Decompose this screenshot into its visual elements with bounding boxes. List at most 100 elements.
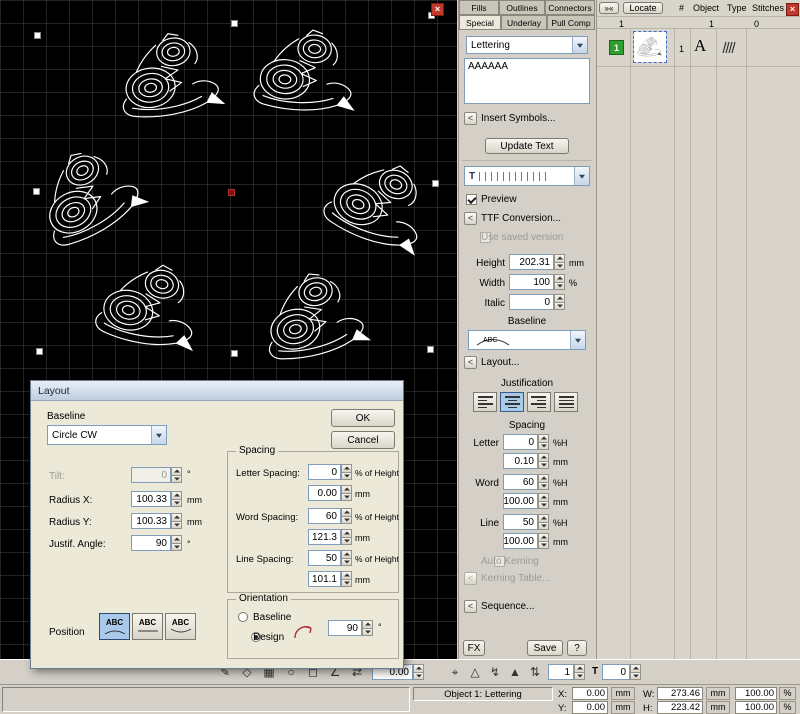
travel-icon[interactable]: ▲ (506, 663, 524, 681)
tab-special[interactable]: Special (459, 15, 501, 30)
baseline-style-select[interactable]: ABC (468, 330, 586, 350)
sequence-expander[interactable]: < (464, 600, 477, 613)
justif-angle-field[interactable]: 90 (131, 535, 182, 551)
t-value[interactable]: 0 (602, 664, 630, 680)
tab-underlay[interactable]: Underlay (501, 15, 547, 30)
justify-center-button[interactable] (500, 392, 524, 412)
letter-mm-value[interactable]: 0.10 (503, 453, 538, 469)
embroidery-design-2[interactable] (245, 22, 369, 125)
radius-x-spinner[interactable] (171, 491, 182, 507)
close-icon[interactable]: × (786, 3, 799, 16)
letter-mm-field[interactable]: 0.10 (503, 453, 549, 469)
width-field[interactable]: 100 (509, 274, 565, 290)
word-pct-value[interactable]: 60 (503, 474, 538, 490)
swap-icon[interactable]: ⇅ (526, 663, 544, 681)
help-button[interactable]: ? (567, 640, 587, 656)
lettering-text-input[interactable]: AAAAAA (464, 58, 590, 104)
update-text-button[interactable]: Update Text (485, 138, 569, 154)
justify-full-button[interactable] (554, 392, 578, 412)
letter-pct-field[interactable]: 0 (503, 434, 549, 450)
line-spacing-mm-field[interactable]: 101.1 (308, 571, 352, 587)
letter-pct-spinner[interactable] (538, 434, 549, 450)
tab-connectors[interactable]: Connectors (545, 0, 595, 15)
needle-count-spinner[interactable] (574, 664, 585, 680)
letter-spacing-mm-spinner[interactable] (341, 485, 352, 501)
word-mm-field[interactable]: 100.00 (503, 493, 549, 509)
orientation-angle-value[interactable]: 90 (328, 620, 362, 636)
color-block-badge[interactable]: 1 (609, 40, 624, 55)
needle-count-value[interactable]: 1 (548, 664, 574, 680)
line-pct-value[interactable]: 50 (503, 514, 538, 530)
justif-angle-value[interactable]: 90 (131, 535, 171, 551)
justify-right-button[interactable] (527, 392, 551, 412)
position-arc-up-button[interactable]: ABC (99, 613, 130, 640)
line-mm-value[interactable]: 100.00 (503, 533, 538, 549)
word-spacing-pct-field[interactable]: 60 (308, 508, 352, 524)
x-field[interactable]: 0.00 (572, 687, 608, 700)
close-icon[interactable]: × (431, 3, 444, 16)
center-icon[interactable]: ⌖ (446, 663, 464, 681)
line-spacing-pct-field[interactable]: 50 (308, 550, 352, 566)
line-pct-spinner[interactable] (538, 514, 549, 530)
selection-handle-sw[interactable] (36, 348, 43, 355)
tab-fills[interactable]: Fills (459, 0, 499, 15)
chevron-down-icon[interactable] (151, 426, 166, 444)
play-icon[interactable]: △ (466, 663, 484, 681)
tilt-spinner[interactable] (171, 467, 182, 483)
orientation-angle-spinner[interactable] (362, 620, 373, 636)
locate-button[interactable]: Locate (623, 2, 663, 14)
letter-spacing-pct-spinner[interactable] (341, 464, 352, 480)
selection-handle-s[interactable] (231, 350, 238, 357)
embroidery-design-1[interactable] (106, 22, 236, 132)
stitch-angle-spinner[interactable] (413, 664, 424, 680)
letter-height-select[interactable]: T (464, 166, 590, 186)
line-spacing-mm-spinner[interactable] (341, 571, 352, 587)
orientation-baseline-radio[interactable] (238, 612, 248, 622)
needle-count-field[interactable]: 1 (548, 664, 585, 680)
ok-button[interactable]: OK (331, 409, 395, 427)
justify-left-button[interactable] (473, 392, 497, 412)
justif-angle-spinner[interactable] (171, 535, 182, 551)
h-field[interactable]: 223.42 (657, 701, 703, 714)
letter-spacing-pct-value[interactable]: 0 (308, 464, 341, 480)
height-field[interactable]: 202.31 (509, 254, 565, 270)
word-pct-spinner[interactable] (538, 474, 549, 490)
preview-checkbox[interactable] (466, 194, 477, 205)
letter-spacing-mm-field[interactable]: 0.00 (308, 485, 352, 501)
position-arc-down-button[interactable]: ABC (165, 613, 196, 640)
radius-x-field[interactable]: 100.33 (131, 491, 182, 507)
ttf-conversion-expander[interactable]: < (464, 212, 477, 225)
line-mm-spinner[interactable] (538, 533, 549, 549)
selection-handle-se[interactable] (427, 346, 434, 353)
selection-handle-n[interactable] (231, 20, 238, 27)
line-spacing-pct-value[interactable]: 50 (308, 550, 341, 566)
italic-field[interactable]: 0 (509, 294, 565, 310)
height-value[interactable]: 202.31 (509, 254, 554, 270)
word-spacing-mm-field[interactable]: 121.3 (308, 529, 352, 545)
tilt-field[interactable]: 0 (131, 467, 182, 483)
line-spacing-pct-spinner[interactable] (341, 550, 352, 566)
h-percent-field[interactable]: 100.00 (735, 701, 777, 714)
embroidery-design-4[interactable] (309, 139, 454, 271)
word-mm-spinner[interactable] (538, 493, 549, 509)
word-spacing-pct-value[interactable]: 60 (308, 508, 341, 524)
tilt-value[interactable]: 0 (131, 467, 171, 483)
w-percent-field[interactable]: 100.00 (735, 687, 777, 700)
italic-value[interactable]: 0 (509, 294, 554, 310)
embroidery-design-3[interactable] (15, 126, 164, 265)
cancel-button[interactable]: Cancel (331, 431, 395, 449)
t-value-spinner[interactable] (630, 664, 641, 680)
object-thumbnail[interactable] (634, 32, 666, 62)
baseline-select[interactable]: Circle CW (47, 425, 167, 445)
italic-spinner[interactable] (554, 294, 565, 310)
word-spacing-pct-spinner[interactable] (341, 508, 352, 524)
width-value[interactable]: 100 (509, 274, 554, 290)
word-pct-field[interactable]: 60 (503, 474, 549, 490)
letter-pct-value[interactable]: 0 (503, 434, 538, 450)
kerning-table-expander[interactable]: < (464, 572, 477, 585)
dialog-titlebar[interactable]: Layout (31, 381, 403, 401)
tab-outlines[interactable]: Outlines (499, 0, 545, 15)
radius-x-value[interactable]: 100.33 (131, 491, 171, 507)
radius-y-spinner[interactable] (171, 513, 182, 529)
line-pct-field[interactable]: 50 (503, 514, 549, 530)
